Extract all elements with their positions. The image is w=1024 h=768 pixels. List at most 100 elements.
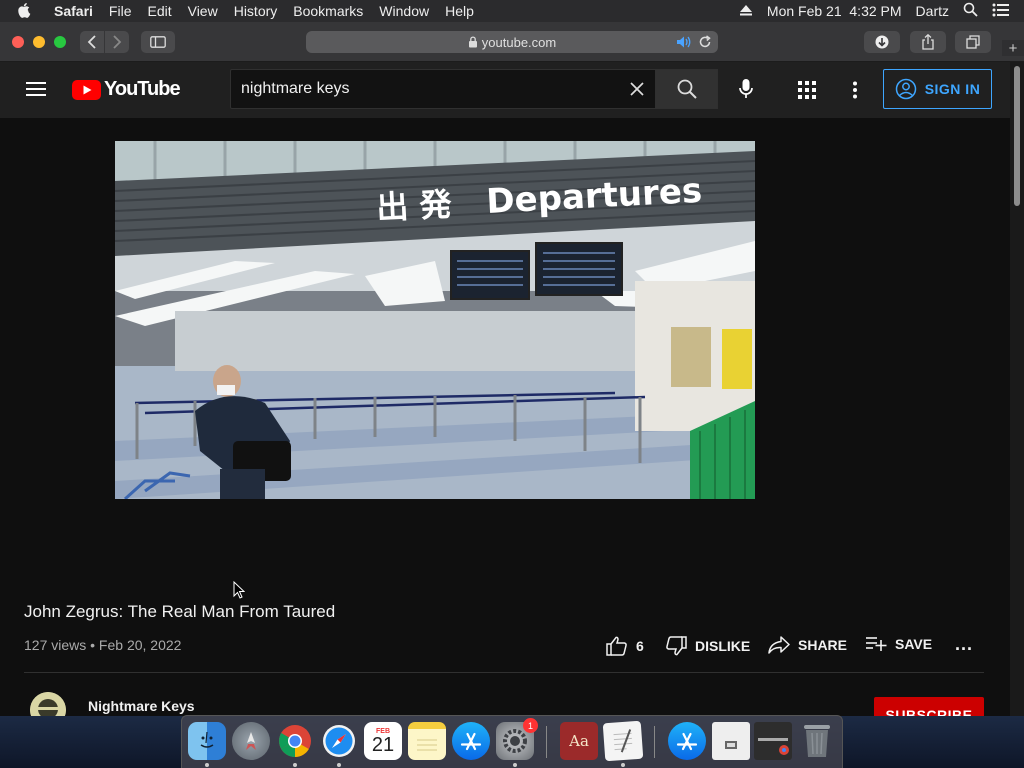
reload-icon[interactable] bbox=[698, 35, 712, 52]
youtube-header: YouTube SIGN IN bbox=[0, 62, 1010, 118]
chrome-running-indicator bbox=[293, 763, 297, 767]
search-button[interactable] bbox=[655, 69, 718, 109]
dictionary-label: Aa bbox=[569, 732, 589, 750]
zoom-window-button[interactable] bbox=[54, 36, 66, 48]
mouse-cursor bbox=[233, 581, 245, 599]
chrome-window-minimized-icon[interactable] bbox=[754, 722, 792, 760]
like-count: 6 bbox=[636, 638, 644, 654]
page-scrollbar[interactable] bbox=[1010, 62, 1024, 716]
account-icon bbox=[895, 78, 916, 100]
menu-history[interactable]: History bbox=[234, 3, 278, 19]
notification-badge: 1 bbox=[523, 718, 538, 733]
share-video-button[interactable]: SHARE bbox=[768, 636, 847, 654]
back-icon bbox=[87, 35, 96, 49]
section-divider bbox=[24, 672, 984, 673]
trash-icon[interactable] bbox=[798, 722, 836, 760]
like-button[interactable]: 6 bbox=[606, 636, 644, 656]
menu-bar: Safari File Edit View History Bookmarks … bbox=[0, 0, 1024, 22]
youtube-logo-text: YouTube bbox=[104, 78, 181, 100]
more-vert-icon[interactable] bbox=[852, 81, 858, 104]
sidebar-icon bbox=[150, 36, 166, 48]
app-store-downloads-icon[interactable] bbox=[668, 722, 706, 760]
share-arrow-icon bbox=[768, 636, 790, 654]
sign-in-button[interactable]: SIGN IN bbox=[883, 69, 992, 109]
calendar-day: 21 bbox=[371, 734, 395, 756]
new-tab-button[interactable]: + bbox=[1002, 40, 1024, 57]
menu-datetime[interactable]: Mon Feb 21 4:32 PM bbox=[767, 3, 902, 19]
menu-file[interactable]: File bbox=[109, 3, 132, 19]
voice-search-button[interactable] bbox=[738, 78, 754, 105]
share-label: SHARE bbox=[798, 637, 848, 653]
chrome-icon[interactable] bbox=[276, 722, 314, 760]
dock: FEB 21 1 Aa bbox=[181, 715, 843, 768]
save-label: SAVE bbox=[895, 636, 933, 652]
share-icon bbox=[922, 34, 934, 50]
search-input[interactable] bbox=[231, 80, 611, 98]
search-icon bbox=[677, 79, 697, 99]
youtube-logo[interactable]: YouTube bbox=[72, 78, 181, 101]
tab-overview-button[interactable] bbox=[955, 31, 991, 53]
finder-icon[interactable] bbox=[188, 722, 226, 760]
calendar-icon[interactable]: FEB 21 bbox=[364, 722, 402, 760]
tabs-icon bbox=[966, 35, 980, 49]
document-icon[interactable] bbox=[712, 722, 750, 760]
control-center-icon[interactable] bbox=[992, 3, 1010, 20]
share-button[interactable] bbox=[910, 31, 946, 53]
sign-cjk: 出 発 bbox=[375, 185, 453, 227]
textedit-running-indicator bbox=[621, 763, 625, 767]
video-meta: 127 views • Feb 20, 2022 bbox=[24, 637, 182, 653]
menu-app-name[interactable]: Safari bbox=[54, 3, 93, 19]
playlist-add-icon bbox=[866, 637, 887, 651]
forward-button[interactable] bbox=[105, 31, 129, 53]
microphone-icon bbox=[739, 79, 753, 98]
scrollbar-thumb[interactable] bbox=[1014, 66, 1020, 206]
finder-running-indicator bbox=[205, 763, 209, 767]
menu-window[interactable]: Window bbox=[379, 3, 429, 19]
youtube-play-icon bbox=[72, 79, 101, 100]
thumb-down-icon bbox=[666, 636, 687, 656]
system-preferences-icon[interactable]: 1 bbox=[496, 718, 538, 760]
more-actions-button[interactable]: ... bbox=[955, 634, 973, 655]
minimize-window-button[interactable] bbox=[33, 36, 45, 48]
dock-separator bbox=[654, 726, 655, 758]
menu-help[interactable]: Help bbox=[445, 3, 474, 19]
browser-toolbar: youtube.com bbox=[0, 22, 1024, 62]
thumb-up-icon bbox=[606, 636, 627, 656]
search-box[interactable] bbox=[230, 69, 656, 109]
lock-icon bbox=[468, 36, 477, 48]
address-bar[interactable]: youtube.com bbox=[306, 31, 718, 53]
dislike-button[interactable]: DISLIKE bbox=[665, 636, 750, 656]
system-preferences-running-indicator bbox=[513, 763, 517, 767]
airplay-icon[interactable] bbox=[739, 3, 753, 19]
download-icon bbox=[875, 35, 889, 49]
back-button[interactable] bbox=[80, 31, 104, 53]
downloads-button[interactable] bbox=[864, 31, 900, 53]
hamburger-icon[interactable] bbox=[26, 81, 46, 102]
channel-name[interactable]: Nightmare Keys bbox=[88, 698, 195, 714]
airport-departures-thumbnail: 出 発 Departures bbox=[115, 141, 755, 499]
dictionary-icon[interactable]: Aa bbox=[560, 722, 598, 760]
app-store-icon[interactable] bbox=[452, 722, 490, 760]
menu-edit[interactable]: Edit bbox=[147, 3, 171, 19]
close-window-button[interactable] bbox=[12, 36, 24, 48]
textedit-icon[interactable] bbox=[602, 720, 644, 762]
speaker-icon[interactable] bbox=[676, 35, 692, 52]
video-player[interactable]: 出 発 Departures bbox=[115, 141, 755, 499]
notes-icon[interactable] bbox=[408, 722, 446, 760]
apple-icon[interactable] bbox=[18, 3, 36, 19]
sidebar-button[interactable] bbox=[141, 31, 175, 53]
menu-bookmarks[interactable]: Bookmarks bbox=[293, 3, 363, 19]
menu-user[interactable]: Dartz bbox=[916, 3, 949, 19]
dislike-label: DISLIKE bbox=[695, 638, 751, 654]
safari-icon[interactable] bbox=[320, 722, 358, 760]
launchpad-icon[interactable] bbox=[232, 722, 270, 760]
menu-view[interactable]: View bbox=[188, 3, 218, 19]
save-button[interactable]: SAVE bbox=[865, 636, 932, 652]
search-icon[interactable] bbox=[963, 2, 978, 20]
video-title: John Zegrus: The Real Man From Taured bbox=[24, 602, 336, 621]
apps-grid-icon[interactable] bbox=[798, 81, 816, 104]
dock-separator bbox=[546, 726, 547, 758]
sign-in-label: SIGN IN bbox=[924, 81, 981, 97]
clear-icon[interactable] bbox=[629, 81, 645, 102]
forward-icon bbox=[113, 35, 122, 49]
